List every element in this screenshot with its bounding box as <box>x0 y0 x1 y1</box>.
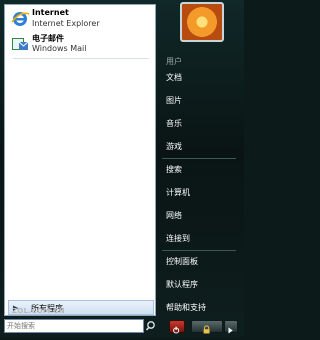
menu-search[interactable]: 搜索 <box>166 164 182 175</box>
shutdown-options-button[interactable] <box>224 320 238 334</box>
power-icon <box>173 326 180 334</box>
right-separator <box>162 250 236 251</box>
arrow-right-icon <box>228 327 233 334</box>
menu-default-programs[interactable]: 默认程序 <box>166 279 198 290</box>
mail-icon <box>12 38 29 50</box>
menu-help-support[interactable]: 帮助和支持 <box>166 302 206 313</box>
user-name[interactable]: 用户 <box>166 56 182 67</box>
start-menu: Internet Internet Explorer 电子邮件 Windows … <box>0 0 244 337</box>
pinned-separator <box>13 58 149 59</box>
lock-button[interactable] <box>191 320 223 334</box>
menu-games[interactable]: 游戏 <box>166 141 182 152</box>
right-separator <box>162 158 236 159</box>
search-icon[interactable] <box>145 319 157 333</box>
pinned-title: 电子邮件 <box>32 34 64 43</box>
pinned-subtitle: Internet Explorer <box>32 19 100 28</box>
lock-icon <box>203 325 210 334</box>
pinned-subtitle: Windows Mail <box>32 44 87 53</box>
menu-documents[interactable]: 文档 <box>166 72 182 83</box>
pinned-internet-explorer[interactable]: Internet Internet Explorer <box>7 7 155 31</box>
pinned-title: Internet <box>32 8 69 17</box>
menu-pictures[interactable]: 图片 <box>166 95 182 106</box>
watermark: ZOL.COM.CN <box>12 307 65 315</box>
ie-icon <box>11 12 30 26</box>
user-picture[interactable] <box>180 2 224 42</box>
menu-control-panel[interactable]: 控制面板 <box>166 256 198 267</box>
programs-pane: Internet Internet Explorer 电子邮件 Windows … <box>4 4 156 316</box>
search-input[interactable] <box>7 320 127 332</box>
menu-connect-to[interactable]: 连接到 <box>166 233 190 244</box>
menu-network[interactable]: 网络 <box>166 210 182 221</box>
search-box[interactable] <box>4 319 144 333</box>
power-button[interactable] <box>169 320 185 334</box>
menu-computer[interactable]: 计算机 <box>166 187 190 198</box>
menu-music[interactable]: 音乐 <box>166 118 182 129</box>
pinned-windows-mail[interactable]: 电子邮件 Windows Mail <box>7 32 155 56</box>
